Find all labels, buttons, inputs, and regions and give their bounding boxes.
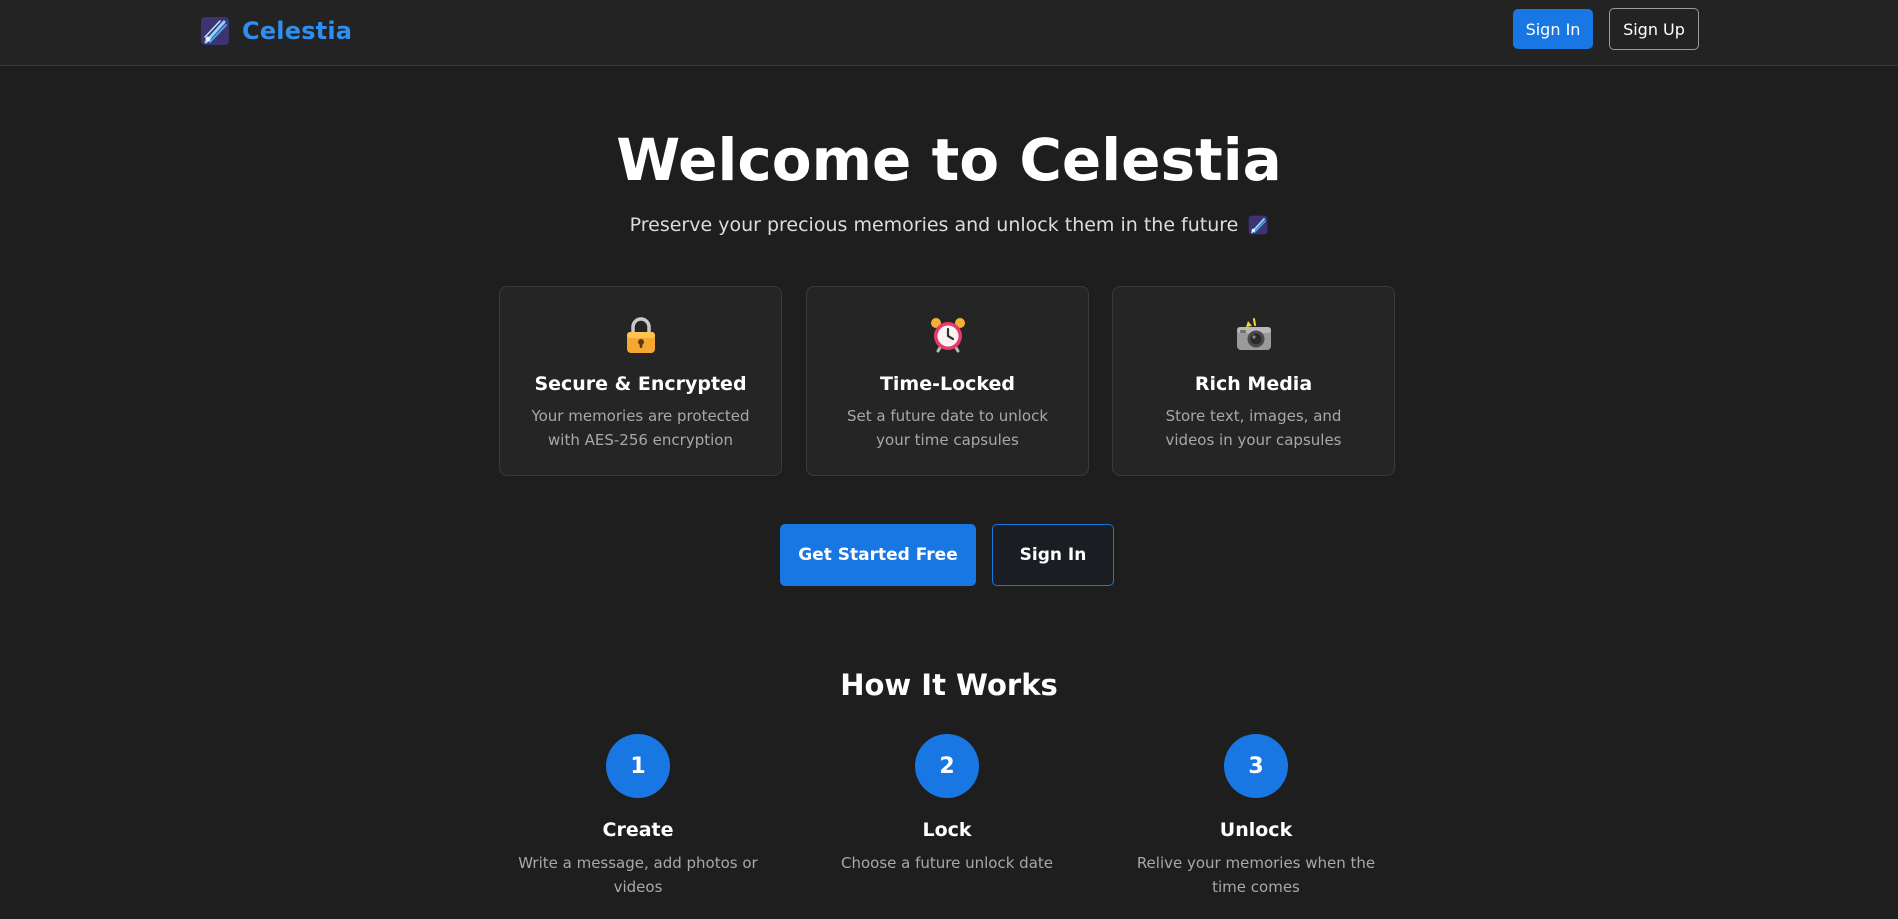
brand-logo-link[interactable]: Celestia	[200, 14, 352, 48]
step-description: Write a message, add photos or videos	[518, 854, 758, 896]
step-description: Choose a future unlock date	[841, 854, 1053, 872]
how-it-works-heading: How It Works	[840, 668, 1058, 702]
feature-card-time-locked: Time-Locked Set a future date to unlock …	[806, 286, 1089, 476]
step-description: Relive your memories when the time comes	[1136, 854, 1376, 896]
step-number-badge: 1	[606, 734, 670, 798]
comet-icon	[201, 17, 229, 45]
hero-subtitle-row: Preserve your precious memories and unlo…	[0, 212, 1898, 238]
brand-name: Celestia	[242, 17, 353, 45]
step-item-create: 1 Create Write a message, add photos or …	[488, 734, 788, 899]
step-item-lock: 2 Lock Choose a future unlock date	[797, 734, 1097, 875]
get-started-button[interactable]: Get Started Free	[780, 524, 976, 586]
header-sign-in-button[interactable]: Sign In	[1513, 9, 1593, 49]
feature-description: Your memories are protected with AES-256…	[531, 407, 750, 449]
feature-description: Store text, images, and videos in your c…	[1165, 407, 1342, 449]
step-number-badge: 3	[1224, 734, 1288, 798]
hero-subtitle: Preserve your precious memories and unlo…	[629, 214, 1239, 236]
feature-card-secure: Secure & Encrypted Your memories are pro…	[499, 286, 782, 476]
lock-icon	[626, 317, 655, 353]
hero-sign-in-button[interactable]: Sign In	[992, 524, 1114, 586]
feature-title: Secure & Encrypted	[534, 373, 747, 395]
feature-card-rich-media: Rich Media Store text, images, and video…	[1112, 286, 1395, 476]
alarm-clock-icon	[930, 318, 965, 353]
feature-title: Time-Locked	[879, 373, 1016, 395]
camera-icon	[1236, 318, 1271, 350]
step-title: Lock	[922, 819, 972, 841]
top-nav-bar: Celestia Sign In Sign Up	[0, 0, 1898, 66]
step-number-badge: 2	[915, 734, 979, 798]
header-sign-up-button[interactable]: Sign Up	[1609, 8, 1699, 50]
feature-title: Rich Media	[1194, 373, 1313, 395]
step-title: Unlock	[1219, 819, 1293, 841]
page-title: Welcome to Celestia	[616, 126, 1282, 194]
comet-icon	[1249, 215, 1268, 235]
step-title: Create	[602, 819, 674, 841]
step-item-unlock: 3 Unlock Relive your memories when the t…	[1106, 734, 1406, 899]
feature-description: Set a future date to unlock your time ca…	[846, 407, 1049, 449]
